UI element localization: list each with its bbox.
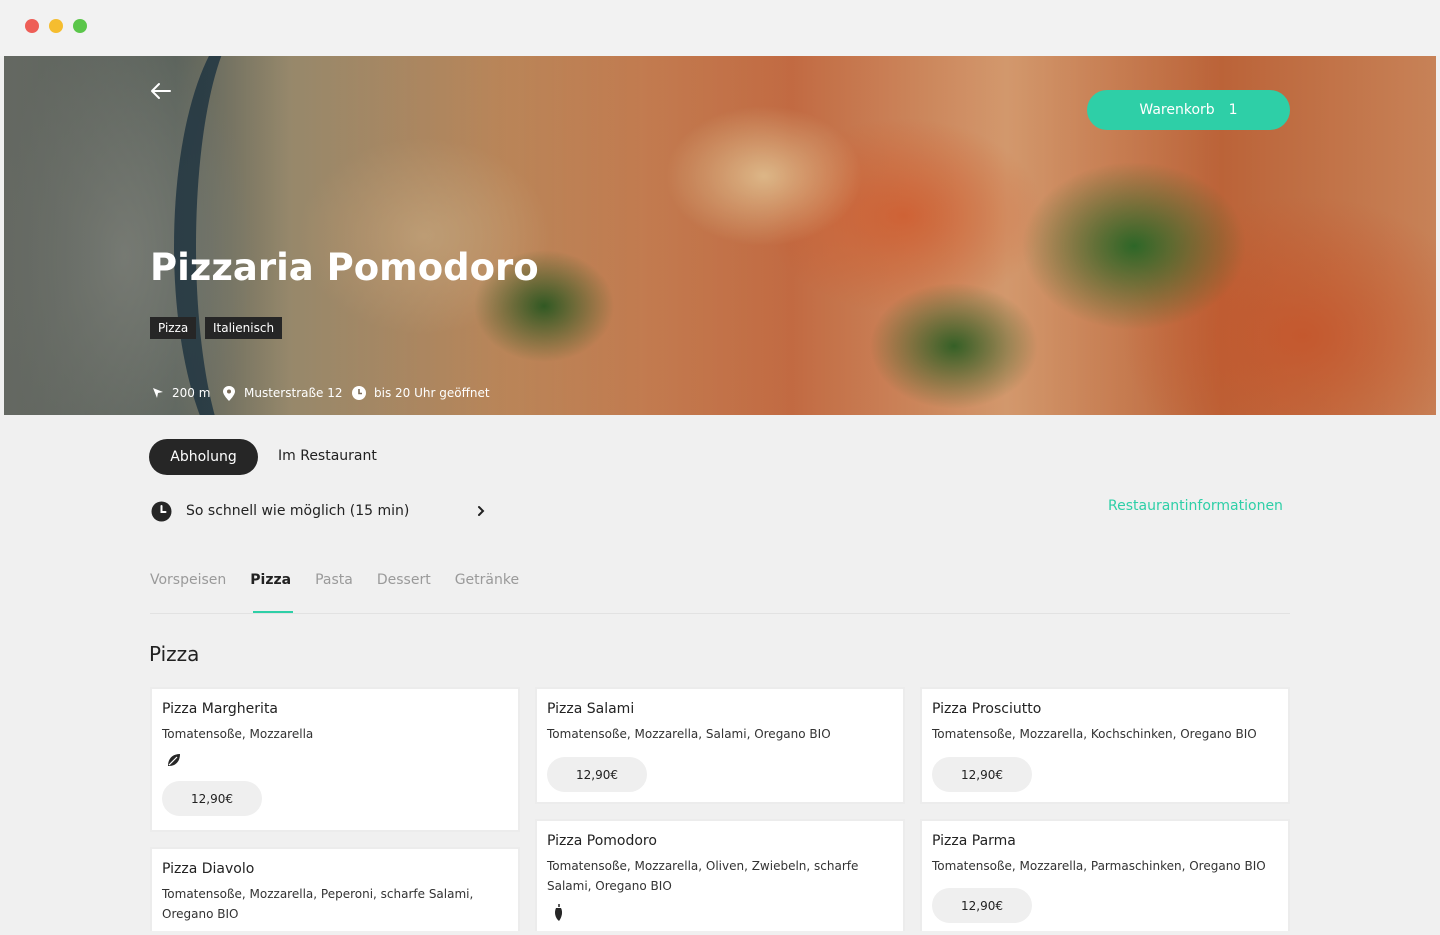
category-tabs: Vorspeisen Pizza Pasta Dessert Getränke <box>150 572 543 588</box>
pickup-time-selector[interactable]: So schnell wie möglich (15 min) <box>186 503 409 519</box>
minimize-window-button[interactable] <box>49 19 63 33</box>
mode-pickup-button[interactable]: Abholung <box>149 439 258 475</box>
menu-item-card[interactable]: Pizza Margherita Tomatensoße, Mozzarella… <box>150 687 520 832</box>
tab-getraenke[interactable]: Getränke <box>455 572 519 588</box>
tabs-divider <box>150 613 1290 614</box>
tab-dessert[interactable]: Dessert <box>377 572 431 588</box>
chevron-right-icon[interactable] <box>476 505 486 517</box>
restaurant-title: Pizzaria Pomodoro <box>150 246 539 289</box>
time-clock-icon <box>151 501 172 522</box>
window-titlebar <box>0 0 1440 56</box>
menu-item-card[interactable]: Pizza Prosciutto Tomatensoße, Mozzarella… <box>920 687 1290 804</box>
add-to-cart-price-button[interactable]: 12,90€ <box>932 757 1032 792</box>
tab-pizza[interactable]: Pizza <box>250 572 291 588</box>
add-to-cart-price-button[interactable]: 12,90€ <box>547 757 647 792</box>
menu-item-card[interactable]: Pizza Salami Tomatensoße, Mozzarella, Sa… <box>535 687 905 804</box>
cuisine-tag: Italienisch <box>205 317 283 339</box>
mode-dine-in-button[interactable]: Im Restaurant <box>278 448 377 464</box>
menu-item-description: Tomatensoße, Mozzarella, Parmaschinken, … <box>932 859 1266 873</box>
distance-info: 200 m <box>152 385 210 401</box>
menu-item-name: Pizza Margherita <box>162 701 279 717</box>
section-title: Pizza <box>149 642 200 666</box>
menu-item-card[interactable]: Pizza Parma Tomatensoße, Mozzarella, Par… <box>920 819 1290 935</box>
menu-item-description: Tomatensoße, Mozzarella, Salami, Oregano… <box>547 727 831 741</box>
distance-text: 200 m <box>172 386 211 400</box>
tab-vorspeisen[interactable]: Vorspeisen <box>150 572 226 588</box>
menu-item-description: Tomatensoße, Mozzarella, Kochschinken, O… <box>932 727 1257 741</box>
navigation-arrow-icon <box>153 388 163 398</box>
add-to-cart-price-button[interactable]: 12,90€ <box>162 781 262 816</box>
menu-item-name: Pizza Diavolo <box>162 861 255 877</box>
cart-button[interactable]: Warenkorb 1 <box>1087 90 1290 130</box>
clock-icon <box>352 386 366 400</box>
menu-item-name: Pizza Prosciutto <box>932 701 1042 717</box>
location-pin-icon <box>223 385 235 401</box>
add-to-cart-price-button[interactable]: 12,90€ <box>932 888 1032 923</box>
cart-label: Warenkorb <box>1139 102 1215 118</box>
tab-pasta[interactable]: Pasta <box>315 572 353 588</box>
chili-icon <box>555 904 563 921</box>
cuisine-tag: Pizza <box>150 317 197 339</box>
cart-count: 1 <box>1228 102 1238 118</box>
address-text: Musterstraße 12 <box>244 386 343 400</box>
menu-item-name: Pizza Pomodoro <box>547 833 657 849</box>
back-arrow-icon[interactable] <box>150 82 172 100</box>
menu-item-description: Tomatensoße, Mozzarella, Oliven, Zwiebel… <box>547 859 859 893</box>
opening-hours-text: bis 20 Uhr geöffnet <box>374 386 490 400</box>
opening-hours-info: bis 20 Uhr geöffnet <box>352 385 490 401</box>
leaf-icon <box>168 754 180 766</box>
menu-item-card[interactable]: Pizza Diavolo Tomatensoße, Mozzarella, P… <box>150 847 520 935</box>
menu-item-name: Pizza Salami <box>547 701 635 717</box>
close-window-button[interactable] <box>25 19 39 33</box>
menu-item-card[interactable]: Pizza Pomodoro Tomatensoße, Mozzarella, … <box>535 819 905 935</box>
address-info: Musterstraße 12 <box>222 385 343 401</box>
menu-item-description: Tomatensoße, Mozzarella <box>162 727 314 741</box>
restaurant-info-link[interactable]: Restaurantinformationen <box>1108 498 1283 514</box>
menu-item-description: Tomatensoße, Mozzarella, Peperoni, schar… <box>162 887 474 921</box>
maximize-window-button[interactable] <box>73 19 87 33</box>
menu-item-name: Pizza Parma <box>932 833 1016 849</box>
